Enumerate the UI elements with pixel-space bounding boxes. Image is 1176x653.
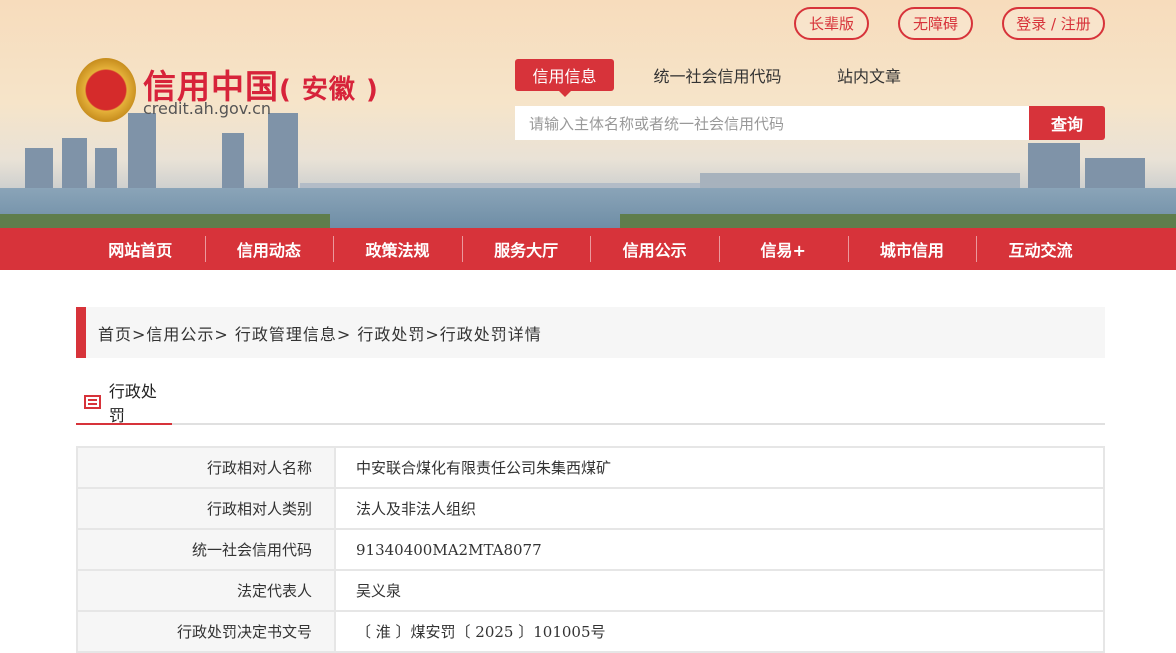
login-register-button[interactable]: 登录 / 注册 [1002, 7, 1105, 40]
field-value: 〔 淮 〕煤安罚〔 2025 〕101005号 [334, 610, 1105, 653]
search-button[interactable]: 查询 [1029, 106, 1105, 140]
accessibility-button[interactable]: 无障碍 [898, 7, 973, 40]
main-nav: 网站首页 信用动态 政策法规 服务大厅 信用公示 信易+ 城市信用 互动交流 [0, 228, 1176, 270]
tab-site-articles[interactable]: 站内文章 [825, 59, 913, 91]
site-url: credit.ah.gov.cn [143, 99, 272, 118]
tab-credit-code[interactable]: 统一社会信用代码 [640, 59, 795, 91]
table-row: 行政处罚决定书文号〔 淮 〕煤安罚〔 2025 〕101005号 [76, 610, 1105, 653]
nav-policy[interactable]: 政策法规 [333, 228, 462, 270]
breadcrumb[interactable]: 首页>信用公示> 行政管理信息> 行政处罚>行政处罚详情 [76, 307, 1105, 358]
document-icon [84, 395, 101, 409]
field-value: 91340400MA2MTA8077 [334, 528, 1105, 571]
field-value: 吴义泉 [334, 569, 1105, 612]
nav-credit-publicity[interactable]: 信用公示 [590, 228, 719, 270]
national-emblem-logo [76, 58, 136, 122]
elder-mode-button[interactable]: 长辈版 [794, 7, 869, 40]
nav-home[interactable]: 网站首页 [76, 228, 205, 270]
field-value: 法人及非法人组织 [334, 487, 1105, 530]
nav-service-hall[interactable]: 服务大厅 [461, 228, 591, 270]
nav-xinyi-plus[interactable]: 信易+ [718, 228, 848, 270]
nav-interaction[interactable]: 互动交流 [976, 228, 1105, 270]
search-input[interactable]: 请输入主体名称或者统一社会信用代码 [515, 106, 1029, 140]
field-label: 法定代表人 [76, 569, 336, 612]
nav-credit-news[interactable]: 信用动态 [204, 228, 334, 270]
table-row: 行政相对人类别 法人及非法人组织 [76, 487, 1105, 530]
section-header: 行政处罚 [76, 381, 1105, 425]
table-row: 统一社会信用代码 91340400MA2MTA8077 [76, 528, 1105, 571]
penalty-detail-table: 行政相对人名称 中安联合煤化有限责任公司朱集西煤矿 行政相对人类别 法人及非法人组织… [76, 446, 1105, 653]
table-row: 法定代表人 吴义泉 [76, 569, 1105, 612]
field-label: 行政相对人类别 [76, 487, 336, 530]
field-value: 中安联合煤化有限责任公司朱集西煤矿 [334, 446, 1105, 489]
section-title: 行政处罚 [108, 382, 157, 425]
table-row: 行政相对人名称 中安联合煤化有限责任公司朱集西煤矿 [76, 446, 1105, 489]
field-label: 行政处罚决定书文号 [76, 610, 336, 653]
tab-credit-info[interactable]: 信用信息 [515, 59, 614, 97]
nav-city-credit[interactable]: 城市信用 [847, 228, 977, 270]
field-label: 行政相对人名称 [76, 446, 336, 489]
field-label: 统一社会信用代码 [76, 528, 336, 571]
